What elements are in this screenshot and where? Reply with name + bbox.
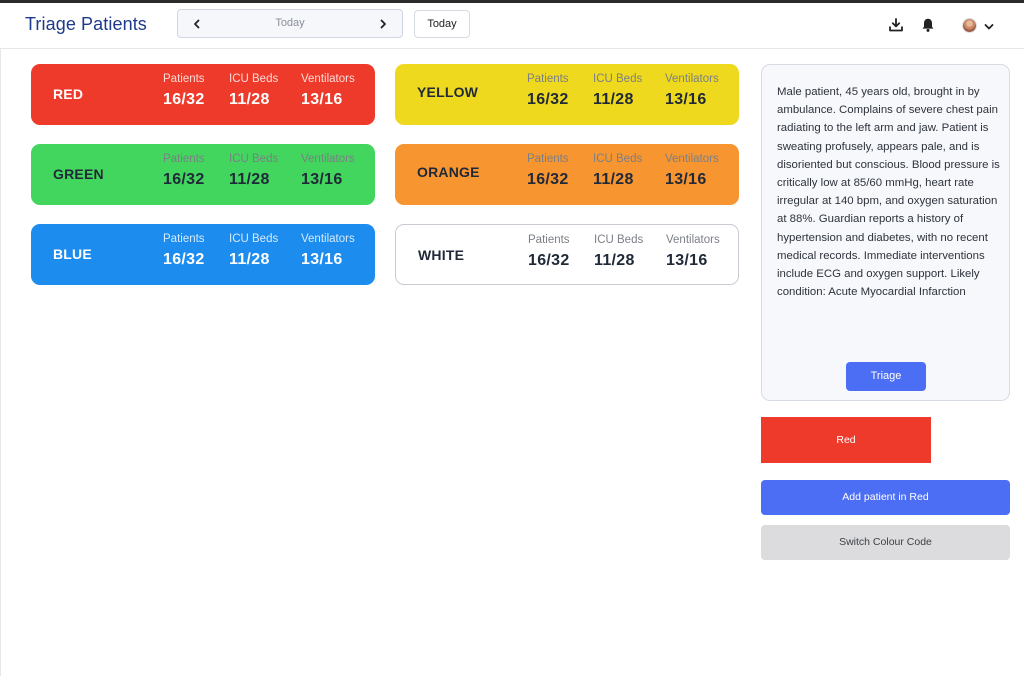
stat-ventilators: Ventilators 13/16 — [665, 153, 719, 188]
window-left-edge — [0, 3, 1, 676]
stat-ventilators: Ventilators 13/16 — [665, 73, 719, 108]
stat-ventilators: Ventilators 13/16 — [301, 73, 355, 108]
stat-patients: Patients 16/32 — [527, 73, 569, 108]
stat-icu-beds: ICU Beds 11/28 — [593, 73, 643, 108]
stat-icu-beds: ICU Beds 11/28 — [229, 233, 279, 268]
stat-icu-beds: ICU Beds 11/28 — [593, 153, 643, 188]
card-name: GREEN — [53, 166, 104, 182]
date-label: Today — [275, 17, 305, 29]
triage-card-orange[interactable]: ORANGE Patients 16/32 ICU Beds 11/28 Venti… — [395, 144, 739, 205]
card-name: BLUE — [53, 246, 92, 262]
stat-icu-beds: ICU Beds 11/28 — [229, 153, 279, 188]
triage-card-yellow[interactable]: YELLOW Patients 16/32 ICU Beds 11/28 Venti… — [395, 64, 739, 125]
patient-description-text: Male patient, 45 years old, brought in b… — [777, 86, 1000, 299]
bell-icon[interactable] — [920, 17, 936, 33]
chevron-right-icon[interactable] — [369, 10, 397, 37]
card-name: WHITE — [418, 247, 465, 263]
stat-ventilators: Ventilators 13/16 — [666, 234, 720, 269]
stat-patients: Patients 16/32 — [163, 73, 205, 108]
triage-card-green[interactable]: GREEN Patients 16/32 ICU Beds 11/28 Ventil… — [31, 144, 375, 205]
card-name: YELLOW — [417, 84, 479, 100]
stat-patients: Patients 16/32 — [527, 153, 569, 188]
stat-patients: Patients 16/32 — [163, 233, 205, 268]
triage-result-badge: Red — [761, 417, 931, 463]
user-avatar[interactable] — [962, 18, 977, 33]
app-header: Triage Patients Today Today — [0, 3, 1024, 49]
card-name: ORANGE — [417, 164, 480, 180]
triage-card-blue[interactable]: BLUE Patients 16/32 ICU Beds 11/28 Ventila… — [31, 224, 375, 285]
triage-card-white[interactable]: WHITE Patients 16/32 ICU Beds 11/28 Ventil… — [395, 224, 739, 285]
add-patient-button[interactable]: Add patient in Red — [761, 480, 1010, 515]
today-button[interactable]: Today — [414, 10, 470, 38]
stat-patients: Patients 16/32 — [163, 153, 205, 188]
triage-button[interactable]: Triage — [846, 362, 926, 391]
chevron-left-icon[interactable] — [183, 10, 211, 37]
card-name: RED — [53, 86, 84, 102]
triage-card-red[interactable]: RED Patients 16/32 ICU Beds 11/28 Ventilat… — [31, 64, 375, 125]
date-navigator: Today — [177, 9, 403, 38]
stat-icu-beds: ICU Beds 11/28 — [229, 73, 279, 108]
stat-ventilators: Ventilators 13/16 — [301, 153, 355, 188]
chevron-down-icon[interactable] — [983, 20, 995, 32]
switch-colour-code-button[interactable]: Switch Colour Code — [761, 525, 1010, 560]
stat-ventilators: Ventilators 13/16 — [301, 233, 355, 268]
stat-icu-beds: ICU Beds 11/28 — [594, 234, 644, 269]
patient-description-panel: Male patient, 45 years old, brought in b… — [761, 64, 1010, 401]
download-icon[interactable] — [888, 17, 904, 33]
page-title: Triage Patients — [25, 14, 147, 34]
stat-patients: Patients 16/32 — [528, 234, 570, 269]
